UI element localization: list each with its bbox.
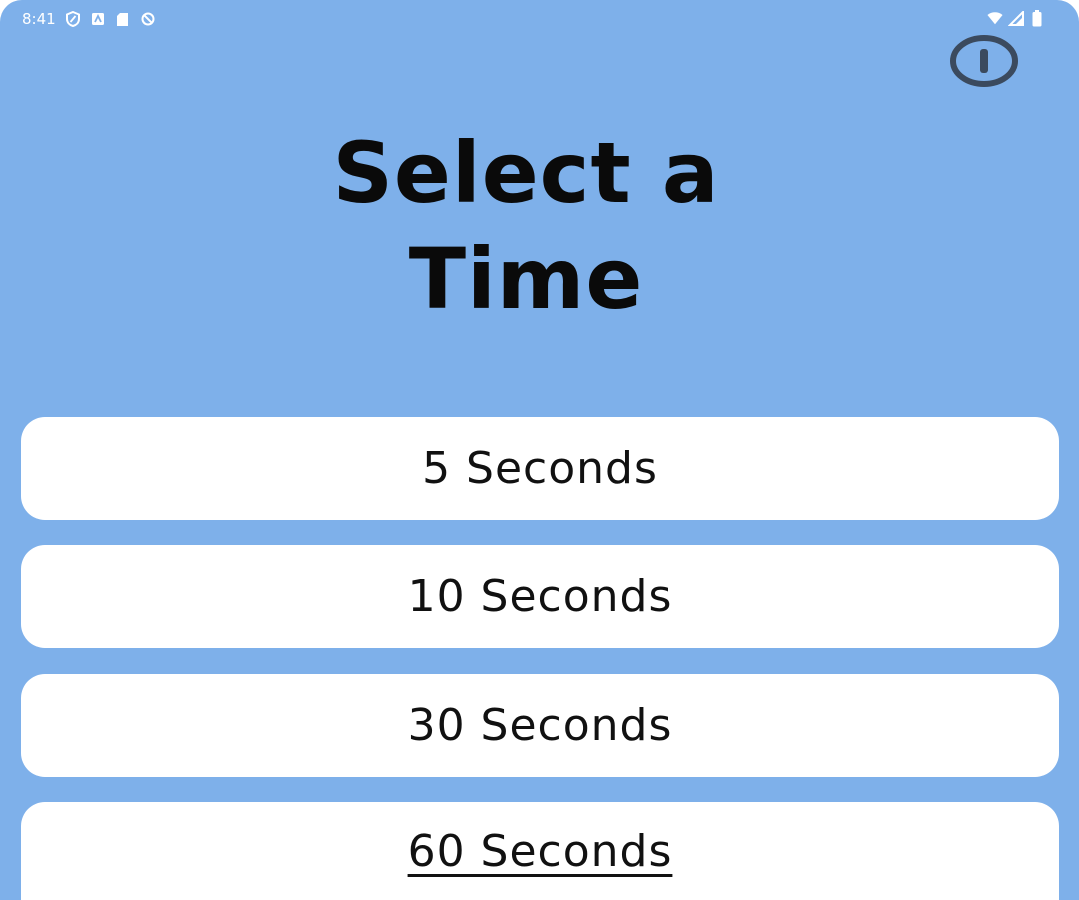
option-10-seconds-button[interactable]: 10 Seconds (21, 545, 1059, 648)
status-bar-left: 8:41 (22, 9, 156, 29)
signal-icon (1008, 9, 1024, 27)
option-30-seconds-button[interactable]: 30 Seconds (21, 674, 1059, 777)
page-title-line-2: Time (408, 230, 644, 328)
status-bar-right (987, 9, 1045, 27)
app-screen: 8:41 Select a Time 5 Seconds 10 Seconds … (0, 0, 1079, 900)
notification-box-icon (90, 10, 106, 28)
shield-icon (65, 10, 81, 28)
option-60-seconds-button[interactable]: 60 Seconds (21, 802, 1059, 900)
battery-icon (1029, 9, 1045, 27)
option-label: 60 Seconds (407, 825, 673, 877)
status-time: 8:41 (22, 10, 56, 28)
info-button[interactable] (950, 34, 1018, 92)
wifi-icon (987, 9, 1003, 27)
option-label: 5 Seconds (422, 443, 658, 494)
page-title: Select a Time (0, 120, 1052, 332)
option-5-seconds-button[interactable]: 5 Seconds (21, 417, 1059, 520)
option-label: 30 Seconds (407, 700, 673, 751)
sd-card-icon (115, 10, 131, 28)
info-icon (950, 34, 1018, 92)
block-icon (140, 10, 156, 28)
option-label: 10 Seconds (407, 571, 673, 622)
page-title-line-1: Select a (332, 124, 720, 222)
status-bar: 8:41 (0, 0, 1079, 38)
